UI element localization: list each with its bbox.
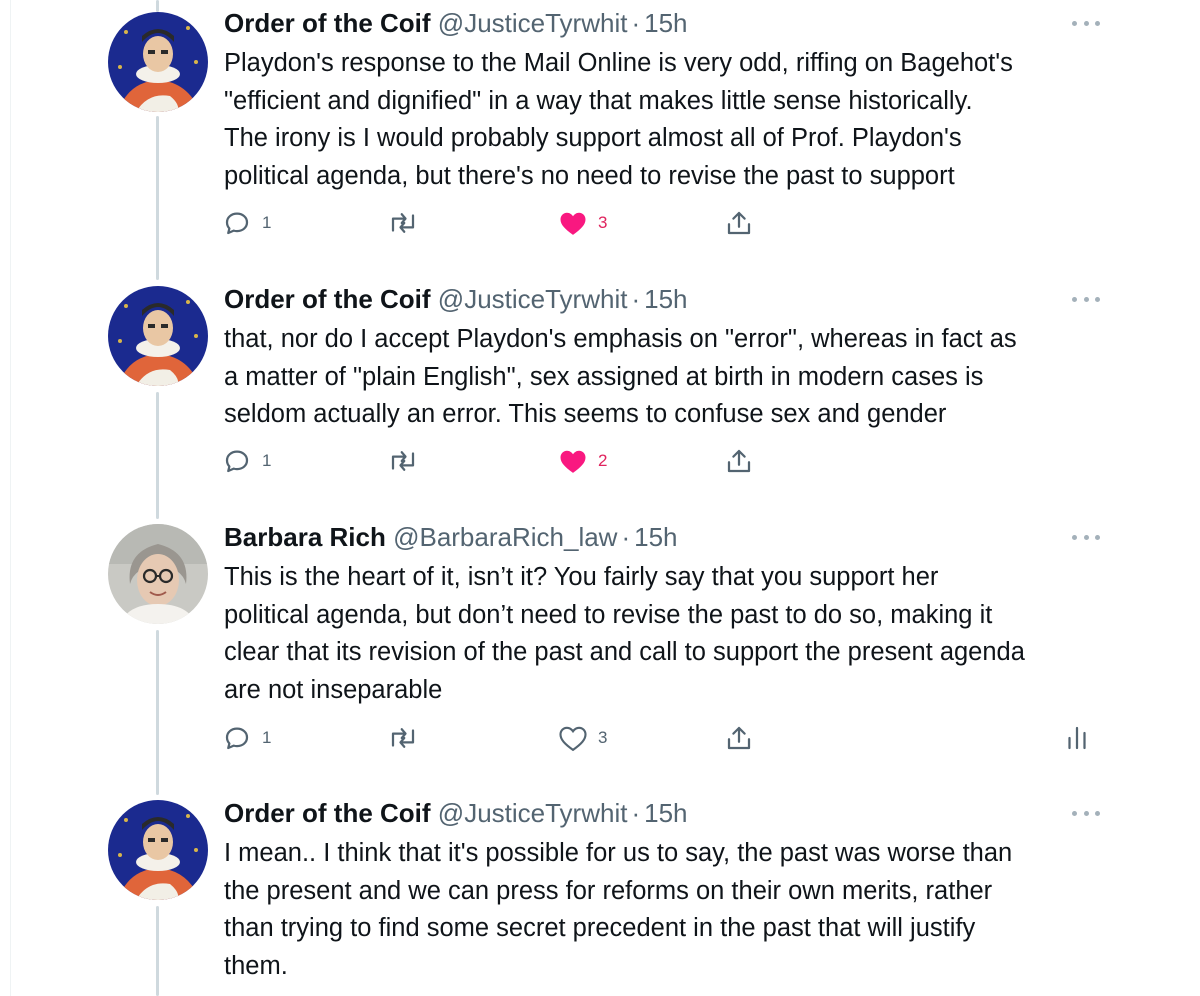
tweet-text-line: the present and we can press for reforms… xyxy=(224,876,993,905)
more-icon[interactable] xyxy=(1072,532,1100,542)
author-handle[interactable]: @JusticeTyrwhit xyxy=(438,798,628,828)
reply-button[interactable]: 1 xyxy=(222,445,271,477)
tweet-text-line: seldom actually an error. This seems to … xyxy=(224,400,947,428)
tweet-header: Barbara Rich @BarbaraRich_law · 15h xyxy=(224,522,678,552)
reply-count: 1 xyxy=(262,451,272,470)
tweet-text: I mean.. I think that it's possible for … xyxy=(224,835,1124,985)
like-count: 2 xyxy=(598,451,608,470)
avatar-image xyxy=(108,524,208,624)
retweet-button[interactable] xyxy=(386,445,420,477)
tweet-text-line: than trying to find some secret preceden… xyxy=(224,914,976,942)
author-handle[interactable]: @JusticeTyrwhit xyxy=(438,284,628,314)
author-name[interactable]: Order of the Coif xyxy=(224,798,431,828)
author-name[interactable]: Order of the Coif xyxy=(224,8,431,38)
like-button[interactable]: 3 xyxy=(558,207,607,239)
tweet[interactable]: Barbara Rich @BarbaraRich_law · 15h This i… xyxy=(0,514,1200,784)
reply-count: 1 xyxy=(262,213,272,232)
like-button[interactable]: 2 xyxy=(558,445,607,477)
avatar[interactable] xyxy=(108,524,208,624)
author-name[interactable]: Order of the Coif xyxy=(224,284,431,314)
tweet-text-line: political agenda, but there's no need to… xyxy=(224,161,955,190)
like-count: 3 xyxy=(598,213,608,232)
more-icon[interactable] xyxy=(1072,18,1100,28)
reply-icon xyxy=(225,450,249,473)
retweet-icon xyxy=(391,213,415,233)
author-handle[interactable]: @JusticeTyrwhit xyxy=(438,8,628,38)
tweet[interactable]: Order of the Coif @JusticeTyrwhit · 15h Pl… xyxy=(0,0,1200,260)
tweet-text: Playdon's response to the Mail Online is… xyxy=(224,45,1124,195)
tweet-text-line: are not inseparable xyxy=(224,675,443,704)
share-button[interactable] xyxy=(724,207,754,239)
tweet-actions: 1 3 xyxy=(222,722,1102,756)
tweet-text: that, nor do I accept Playdon's emphasis… xyxy=(224,321,1124,434)
tweet-text-line: The irony is I would probably support al… xyxy=(224,124,962,152)
tweet-text-line: that, nor do I accept Playdon's emphasis… xyxy=(224,325,1017,353)
share-icon xyxy=(727,211,751,235)
more-icon[interactable] xyxy=(1072,294,1100,304)
retweet-icon xyxy=(391,728,415,748)
avatar-image xyxy=(108,800,208,900)
author-name[interactable]: Barbara Rich xyxy=(224,522,386,552)
retweet-icon xyxy=(391,451,415,471)
tweet-text-line: them. xyxy=(224,951,288,980)
reply-icon xyxy=(225,727,249,750)
tweet-text-line: a matter of "plain English", sex assigne… xyxy=(224,362,984,391)
share-icon xyxy=(727,449,751,473)
avatar-image xyxy=(108,286,208,386)
heart-icon xyxy=(560,212,586,235)
reply-button[interactable]: 1 xyxy=(222,207,271,239)
tweet-header: Order of the Coif @JusticeTyrwhit · 15h xyxy=(224,798,688,828)
tweet-text: This is the heart of it, isn’t it? You f… xyxy=(224,559,1124,709)
tweet-text-line: Playdon's response to the Mail Online is… xyxy=(224,49,1013,77)
tweet-actions: 1 3 xyxy=(222,207,1102,241)
timestamp[interactable]: 15h xyxy=(644,798,687,828)
time-separator: · xyxy=(631,798,641,828)
time-separator: · xyxy=(621,522,631,552)
share-icon xyxy=(727,726,751,750)
like-button[interactable]: 3 xyxy=(558,722,607,754)
more-icon[interactable] xyxy=(1072,808,1100,818)
share-button[interactable] xyxy=(724,722,754,754)
author-handle[interactable]: @BarbaraRich_law xyxy=(393,522,617,552)
avatar[interactable] xyxy=(108,12,208,112)
retweet-button[interactable] xyxy=(386,207,420,239)
tweet-text-line: I mean.. I think that it's possible for … xyxy=(224,839,1013,867)
tweet-text-line: political agenda, but don’t need to revi… xyxy=(224,600,993,629)
timestamp[interactable]: 15h xyxy=(634,522,677,552)
analytics-button[interactable] xyxy=(1064,722,1090,754)
avatar-image xyxy=(108,12,208,112)
heart-icon xyxy=(559,726,587,752)
tweet[interactable]: Order of the Coif @JusticeTyrwhit · 15h I … xyxy=(0,790,1200,996)
avatar[interactable] xyxy=(108,286,208,386)
analytics-icon xyxy=(1068,726,1086,750)
retweet-button[interactable] xyxy=(386,722,420,754)
time-separator: · xyxy=(631,284,641,314)
like-count: 3 xyxy=(598,728,608,747)
tweet-text-line: "efficient and dignified" in a way that … xyxy=(224,86,973,115)
timestamp[interactable]: 15h xyxy=(644,284,687,314)
tweet-actions: 1 2 xyxy=(222,445,1102,479)
reply-icon xyxy=(225,212,249,235)
tweet[interactable]: Order of the Coif @JusticeTyrwhit · 15h th… xyxy=(0,276,1200,506)
tweet-text-line: clear that its revision of the past and … xyxy=(224,638,1025,666)
tweet-header: Order of the Coif @JusticeTyrwhit · 15h xyxy=(224,8,688,38)
time-separator: · xyxy=(631,8,641,38)
timestamp[interactable]: 15h xyxy=(644,8,687,38)
share-button[interactable] xyxy=(724,445,754,477)
heart-icon xyxy=(560,450,586,473)
tweet-header: Order of the Coif @JusticeTyrwhit · 15h xyxy=(224,284,688,314)
reply-count: 1 xyxy=(262,728,272,747)
reply-button[interactable]: 1 xyxy=(222,722,271,754)
avatar[interactable] xyxy=(108,800,208,900)
tweet-text-line: This is the heart of it, isn’t it? You f… xyxy=(224,563,939,591)
